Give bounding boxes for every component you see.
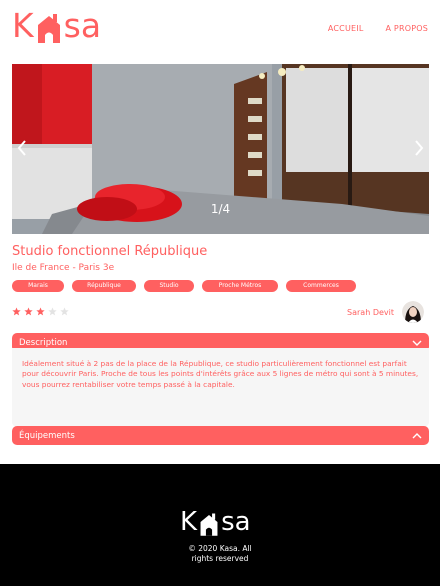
chevron-down-icon [412, 340, 422, 346]
equipments-toggle[interactable]: Équipements [12, 426, 429, 445]
listing-location: Ile de France - Paris 3e [12, 263, 115, 273]
logo-letters-sa: sa [63, 6, 102, 45]
chevron-left-icon [17, 140, 26, 156]
host-info: Sarah Devit [347, 301, 424, 323]
house-logo-icon [37, 14, 60, 43]
footer-logo-letter-k: K [180, 507, 198, 537]
tag-list: Marais République Studio Proche Métros C… [12, 280, 356, 292]
tag: Marais [12, 280, 64, 292]
kasa-logo[interactable]: K sa [12, 8, 101, 44]
description-text: Idéalement situé à 2 pas de la place de … [22, 359, 419, 389]
host-avatar [402, 301, 424, 323]
copyright-line-1: © 2020 Kasa. All [188, 544, 252, 553]
gallery-counter: 1/4 [210, 202, 231, 216]
gallery-next-button[interactable] [411, 136, 427, 160]
logo-letter-k: K [12, 6, 34, 45]
footer: K sa © 2020 Kasa. All rights reserved [0, 464, 440, 586]
tag: Studio [144, 280, 194, 292]
description-body: Idéalement situé à 2 pas de la place de … [12, 348, 429, 427]
host-name: Sarah Devit [347, 307, 394, 317]
listing-title: Studio fonctionnel République [12, 244, 208, 259]
star-empty-icon [60, 307, 69, 316]
tag: Proche Métros [202, 280, 278, 292]
equipments-collapse: Équipements [12, 426, 429, 445]
nav-link-a-propos[interactable]: A PROPOS [386, 24, 429, 33]
footer-logo[interactable]: K sa [180, 507, 251, 537]
tag: Commerces [286, 280, 356, 292]
tag: République [72, 280, 136, 292]
star-empty-icon [48, 307, 57, 316]
star-filled-icon [36, 307, 45, 316]
star-filled-icon [12, 307, 21, 316]
photo-gallery: 1/4 [12, 64, 429, 234]
footer-logo-letters-sa: sa [221, 507, 251, 537]
rating-stars [12, 307, 69, 316]
copyright: © 2020 Kasa. All rights reserved [0, 544, 440, 564]
equipments-title: Équipements [19, 430, 75, 441]
gallery-prev-button[interactable] [14, 136, 30, 160]
house-logo-icon [200, 513, 218, 536]
nav-link-accueil[interactable]: ACCUEIL [328, 24, 364, 33]
description-collapse: Description Idéalement situé à 2 pas de … [12, 333, 429, 427]
chevron-up-icon [412, 432, 422, 438]
star-filled-icon [24, 307, 33, 316]
copyright-line-2: rights reserved [191, 554, 249, 563]
chevron-right-icon [415, 140, 424, 156]
main-nav: ACCUEIL A PROPOS [328, 24, 428, 33]
header: K sa ACCUEIL A PROPOS [0, 0, 440, 56]
description-title: Description [19, 337, 68, 348]
